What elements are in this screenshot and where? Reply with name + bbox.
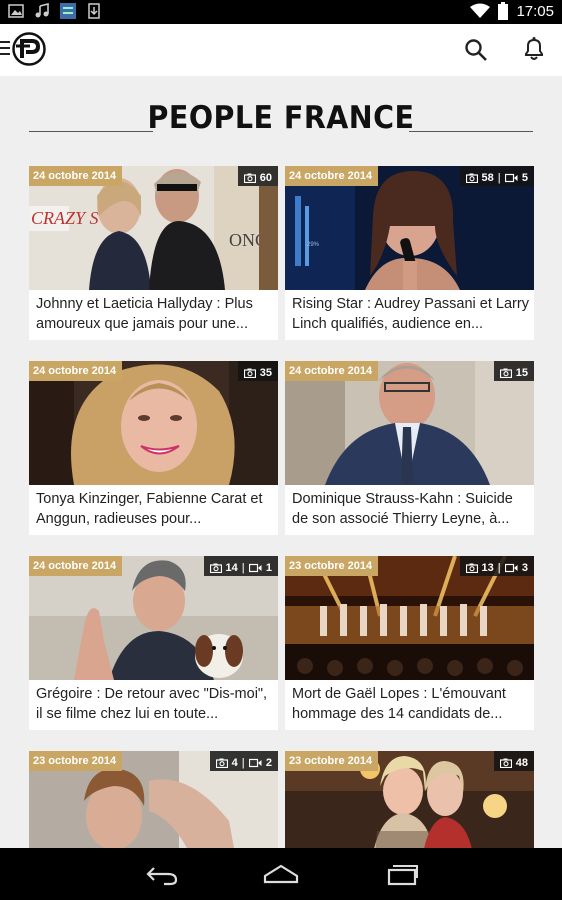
article-card[interactable]: 24 octobre 2014 14 | 1 Grégoire : De ret… <box>29 556 278 730</box>
separator: | <box>241 756 245 769</box>
svg-text:CRAZY S: CRAZY S <box>31 208 99 228</box>
wifi-icon <box>470 3 491 18</box>
media-count: 58 | 5 <box>459 166 534 186</box>
article-card[interactable]: 29% 24 octobre 2014 58 | 5 Rising Star :… <box>285 166 534 340</box>
media-count: 35 <box>237 361 278 381</box>
bell-icon[interactable] <box>522 36 546 62</box>
photo-count: 35 <box>259 366 272 379</box>
music-icon <box>35 3 49 18</box>
media-count: 13 | 3 <box>459 556 534 576</box>
home-icon[interactable] <box>263 862 299 886</box>
logo-icon[interactable] <box>12 32 46 66</box>
date-badge: 24 octobre 2014 <box>285 166 379 186</box>
photo-count: 4 <box>231 756 238 769</box>
download-icon <box>88 3 100 19</box>
media-count: 4 | 2 <box>209 751 278 771</box>
photo-count: 48 <box>515 756 528 769</box>
app-icon <box>60 3 76 19</box>
photo-count: 60 <box>259 171 272 184</box>
back-icon[interactable] <box>144 862 180 886</box>
recents-icon[interactable] <box>383 862 419 886</box>
date-badge: 24 octobre 2014 <box>29 556 123 576</box>
section-header: PEOPLE FRANCE <box>0 100 562 142</box>
article-title[interactable]: Grégoire : De retour avec "Dis-moi", il … <box>36 684 274 724</box>
article-card[interactable]: 24 octobre 2014 35 Tonya Kinzinger, Fabi… <box>29 361 278 535</box>
date-badge: 24 octobre 2014 <box>29 361 123 381</box>
search-icon[interactable] <box>464 38 488 62</box>
article-card[interactable]: CRAZY S ONG 24 octobre 2014 60 Johnny et… <box>29 166 278 340</box>
media-count: 15 <box>493 361 534 381</box>
camera-icon <box>243 173 256 183</box>
separator: | <box>497 561 501 574</box>
article-title[interactable]: Tonya Kinzinger, Fabienne Carat et Anggu… <box>36 489 274 529</box>
date-badge: 23 octobre 2014 <box>29 751 123 771</box>
date-badge: 23 octobre 2014 <box>285 751 379 771</box>
video-count: 5 <box>521 171 528 184</box>
article-title[interactable]: Dominique Strauss-Kahn : Suicide de son … <box>292 489 530 529</box>
svg-text:29%: 29% <box>307 242 320 248</box>
divider-right <box>409 131 533 132</box>
menu-icon[interactable] <box>0 41 10 57</box>
photo-count: 13 <box>481 561 494 574</box>
video-count: 1 <box>265 561 272 574</box>
separator: | <box>497 171 501 184</box>
separator: | <box>241 561 245 574</box>
media-count: 48 <box>493 751 534 771</box>
camera-icon <box>209 563 222 573</box>
image-icon <box>8 4 24 18</box>
video-icon <box>504 173 518 182</box>
photo-count: 14 <box>225 561 238 574</box>
battery-icon <box>498 2 509 20</box>
camera-icon <box>465 563 478 573</box>
navigation-bar <box>0 848 562 900</box>
camera-icon <box>499 368 512 378</box>
media-count: 60 <box>237 166 278 186</box>
photo-count: 15 <box>515 366 528 379</box>
article-title[interactable]: Rising Star : Audrey Passani et Larry Li… <box>292 294 530 334</box>
camera-icon <box>215 758 228 768</box>
camera-icon <box>499 758 512 768</box>
video-icon <box>504 563 518 572</box>
status-bar: 17:05 <box>0 0 562 24</box>
camera-icon <box>465 173 478 183</box>
video-count: 2 <box>265 756 272 769</box>
date-badge: 24 octobre 2014 <box>285 361 379 381</box>
photo-count: 58 <box>481 171 494 184</box>
article-title[interactable]: Mort de Gaël Lopes : L'émouvant hommage … <box>292 684 530 724</box>
video-icon <box>248 758 262 767</box>
article-card[interactable]: 24 octobre 2014 15 Dominique Strauss-Kah… <box>285 361 534 535</box>
date-badge: 24 octobre 2014 <box>29 166 123 186</box>
video-icon <box>248 563 262 572</box>
media-count: 14 | 1 <box>203 556 278 576</box>
status-time: 17:05 <box>516 2 554 20</box>
article-title[interactable]: Johnny et Laeticia Hallyday : Plus amour… <box>36 294 274 334</box>
app-bar <box>0 24 562 76</box>
camera-icon <box>243 368 256 378</box>
video-count: 3 <box>521 561 528 574</box>
article-card[interactable]: 23 octobre 2014 13 | 3 Mort de Gaël Lope… <box>285 556 534 730</box>
date-badge: 23 octobre 2014 <box>285 556 379 576</box>
